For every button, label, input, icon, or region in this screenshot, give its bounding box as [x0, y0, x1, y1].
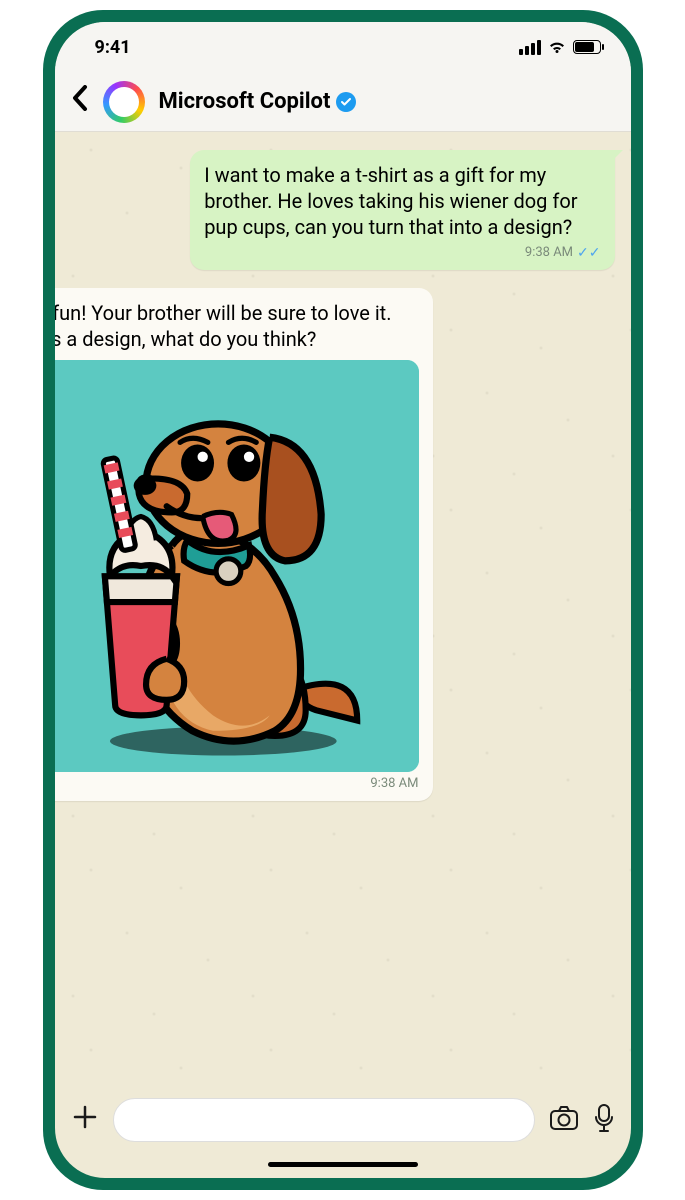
- bot-message-text: How fun! Your brother will be sure to lo…: [55, 300, 419, 352]
- user-message-meta: 9:38 AM ✓✓: [204, 244, 600, 262]
- read-receipt-icon: ✓✓: [577, 244, 600, 262]
- user-message[interactable]: I want to make a t-shirt as a gift for m…: [190, 150, 614, 270]
- back-button[interactable]: [71, 84, 89, 119]
- attach-button[interactable]: [71, 1101, 99, 1139]
- message-input[interactable]: [113, 1098, 535, 1142]
- generated-image[interactable]: [55, 360, 419, 772]
- cellular-icon: [519, 40, 541, 55]
- user-message-text: I want to make a t-shirt as a gift for m…: [204, 162, 600, 240]
- phone-screen: 9:41 Microsoft Copilot: [55, 22, 631, 1178]
- verified-badge-icon: [336, 92, 356, 112]
- message-input-bar: [55, 1080, 631, 1150]
- microphone-button[interactable]: [593, 1103, 615, 1137]
- bot-message[interactable]: How fun! Your brother will be sure to lo…: [55, 288, 433, 801]
- wifi-icon: [547, 39, 567, 55]
- dog-pupcup-illustration: [55, 360, 419, 772]
- status-time: 9:41: [95, 37, 131, 58]
- status-indicators: [519, 39, 601, 55]
- copilot-logo-icon[interactable]: [103, 81, 145, 123]
- bot-message-time: 9:38 AM: [370, 776, 418, 793]
- chat-body[interactable]: I want to make a t-shirt as a gift for m…: [55, 132, 631, 1080]
- phone-frame: 9:41 Microsoft Copilot: [43, 10, 643, 1190]
- camera-button[interactable]: [549, 1105, 579, 1135]
- chat-title[interactable]: Microsoft Copilot: [159, 89, 357, 114]
- bot-message-meta: 9:38 AM: [55, 776, 419, 793]
- status-bar: 9:41: [55, 22, 631, 72]
- user-message-time: 9:38 AM: [525, 245, 573, 262]
- chat-title-text: Microsoft Copilot: [159, 89, 331, 114]
- battery-icon: [573, 40, 601, 54]
- chat-header: Microsoft Copilot: [55, 72, 631, 132]
- home-indicator[interactable]: [55, 1150, 631, 1178]
